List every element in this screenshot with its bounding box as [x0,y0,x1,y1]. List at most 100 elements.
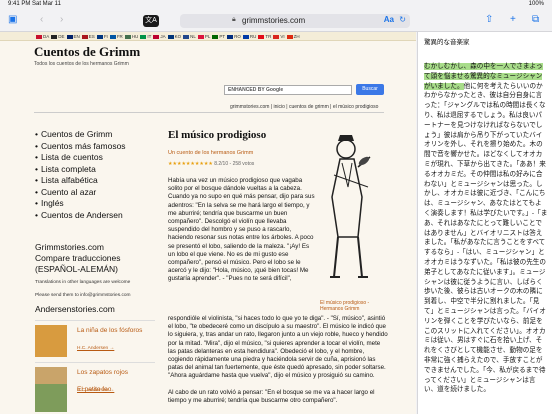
nav-item-lista-de-cuentos[interactable]: Lista de cuentos [35,152,155,164]
language-flag-nl[interactable]: NL [183,32,196,40]
flag-icon [212,34,219,39]
promo-compare[interactable]: Compare traducciones [35,253,165,264]
language-code: RO [234,34,241,39]
flag-icon [124,34,131,39]
address-bar[interactable]: 🔒︎ grimmstories.com Aa ↻ [180,14,410,28]
language-flag-fr[interactable]: FR [109,32,123,40]
panel-text[interactable]: むかしむかし、森の中を一人でさまよって頭を悩ませる驚異的なミュージシャンがいまし… [424,62,548,395]
language-code: VI [280,34,285,39]
flag-icon [109,34,116,39]
story-card[interactable]: El patito feo [35,384,155,414]
andersen-link[interactable]: Andersenstories.com [35,304,115,314]
language-code: PL [204,34,211,39]
rating[interactable]: ★★★★★★★★★★ 8.2/10 - 258 votos [168,161,316,167]
promo-languages[interactable]: (ESPAÑOL-ALEMÁN) [35,264,165,275]
search-button[interactable]: Buscar [356,84,384,95]
story-card[interactable]: La niña de los fósforos H.C. Andersen → [35,320,155,360]
translate-icon[interactable]: 文A [143,15,159,27]
search-input[interactable]: ENHANCED BY Google [224,85,352,95]
language-code: ES [88,34,95,39]
language-flag-tr[interactable]: TR [258,32,272,40]
story-author[interactable]: H.C. Andersen → [77,346,114,351]
flag-icon [81,34,88,39]
flag-icon [153,34,160,39]
language-flag-ro[interactable]: RO [227,32,241,40]
status-time: 9:41 PM Sat Mar 11 [8,1,61,7]
breadcrumb[interactable]: grimmstories.com | inicio | cuentos de g… [230,104,378,110]
promo-site[interactable]: Grimmstories.com [35,242,165,253]
illustration-caption[interactable]: El músico prodigioso - Hermanos Grimm [320,300,384,312]
flag-icon [286,34,293,39]
musician-illustration [318,127,378,287]
back-arrow-icon[interactable]: ‹ [40,14,43,26]
language-flag-pl[interactable]: PL [197,32,211,40]
nav-item-mas-famosos[interactable]: Cuentos más famosos [35,141,155,153]
language-flags-bar: DA DE EN ES FI FR HU IT JA KO NL PL PT RO RU TR VI ZH [0,32,416,41]
language-code: RU [249,34,257,39]
compare-promo: Grimmstories.com Compare traducciones (E… [35,242,165,299]
nav-item-ingles[interactable]: Inglés [35,198,155,210]
reload-icon[interactable]: ↻ [399,15,406,24]
article-paragraph-1: Había una vez un músico prodigioso que v… [168,177,315,283]
site-header: Cuentos de Grimm Todos los cuentos de lo… [34,44,384,70]
language-flag-vi[interactable]: VI [273,32,285,40]
language-flag-pt[interactable]: PT [212,32,225,40]
lock-icon: 🔒︎ [232,16,236,23]
site-subtitle: Todos los cuentos de los hermanos Grimm [34,61,129,67]
language-code: ZH [293,34,300,39]
article: El músico prodigioso Un cuento de los he… [168,129,316,284]
tab-overview-icon[interactable]: ⧉ [532,14,539,26]
reader-mode-button[interactable]: Aa [384,15,394,24]
language-flag-ru[interactable]: RU [242,32,257,40]
flag-icon [183,34,190,39]
nav-item-cuento-al-azar[interactable]: Cuento al azar [35,187,155,199]
language-code: NL [190,34,196,39]
nav-item-cuentos-de-grimm[interactable]: Cuentos de Grimm [35,129,155,141]
article-subtitle[interactable]: Un cuento de los hermanos Grimm [168,150,316,156]
sidebar-toggle-icon[interactable]: ▣ [8,14,17,26]
rating-stars[interactable]: ★★★★★★★★★★ [168,161,213,167]
language-code: TR [265,34,272,39]
nav-item-lista-completa[interactable]: Lista completa [35,164,155,176]
status-bar: 9:41 PM Sat Mar 11 100% [0,0,552,10]
nav-item-lista-alfabetica[interactable]: Lista alfabética [35,175,155,187]
article-title: El músico prodigioso [168,129,267,141]
language-code: DA [43,34,50,39]
nav-item-andersen[interactable]: Cuentos de Andersen [35,210,155,222]
new-tab-icon[interactable]: + [510,14,516,26]
flag-icon [140,34,147,39]
language-code: DE [58,34,65,39]
flag-icon [51,34,58,39]
language-flag-ko[interactable]: KO [167,32,181,40]
promo-email: Please send them to info@grimmstories.co… [35,293,131,298]
forward-arrow-icon[interactable]: › [60,14,63,26]
story-title[interactable]: La niña de los fósforos [77,327,142,335]
language-flag-da[interactable]: DA [36,32,50,40]
story-thumbnail [35,325,67,357]
article-paragraph-2: respondióle el violinista, "si haces tod… [168,315,388,405]
article-paragraph-2-text: respondióle el violinista, "si haces tod… [168,315,388,380]
battery-indicator: 100% [528,1,544,7]
site-title[interactable]: Cuentos de Grimm [34,44,384,60]
language-flag-en[interactable]: EN [66,32,80,40]
url-text: grimmstories.com [242,16,306,25]
language-flag-hu[interactable]: HU [124,32,139,40]
language-flag-de[interactable]: DE [51,32,65,40]
flag-icon [96,34,103,39]
divider [34,112,384,113]
language-flag-zh[interactable]: ZH [286,32,300,40]
language-flag-it[interactable]: IT [140,32,151,40]
language-code: JA [160,34,166,39]
panel-title: 驚異的な音楽家 [424,39,470,46]
language-flag-es[interactable]: ES [81,32,95,40]
language-flag-ja[interactable]: JA [153,32,166,40]
language-flag-fi[interactable]: FI [96,32,108,40]
site-nav: Cuentos de Grimm Cuentos más famosos Lis… [35,129,155,221]
language-code: FI [103,34,108,39]
story-title[interactable]: Los zapatos rojos [77,369,128,377]
language-code: EN [73,34,80,39]
story-title[interactable]: El patito feo [77,386,111,394]
language-code: HU [131,34,139,39]
share-icon[interactable]: ⇧ [485,14,493,26]
article-paragraph-3-text: Al cabo de un rato volvió a pensar: "En … [168,388,375,405]
